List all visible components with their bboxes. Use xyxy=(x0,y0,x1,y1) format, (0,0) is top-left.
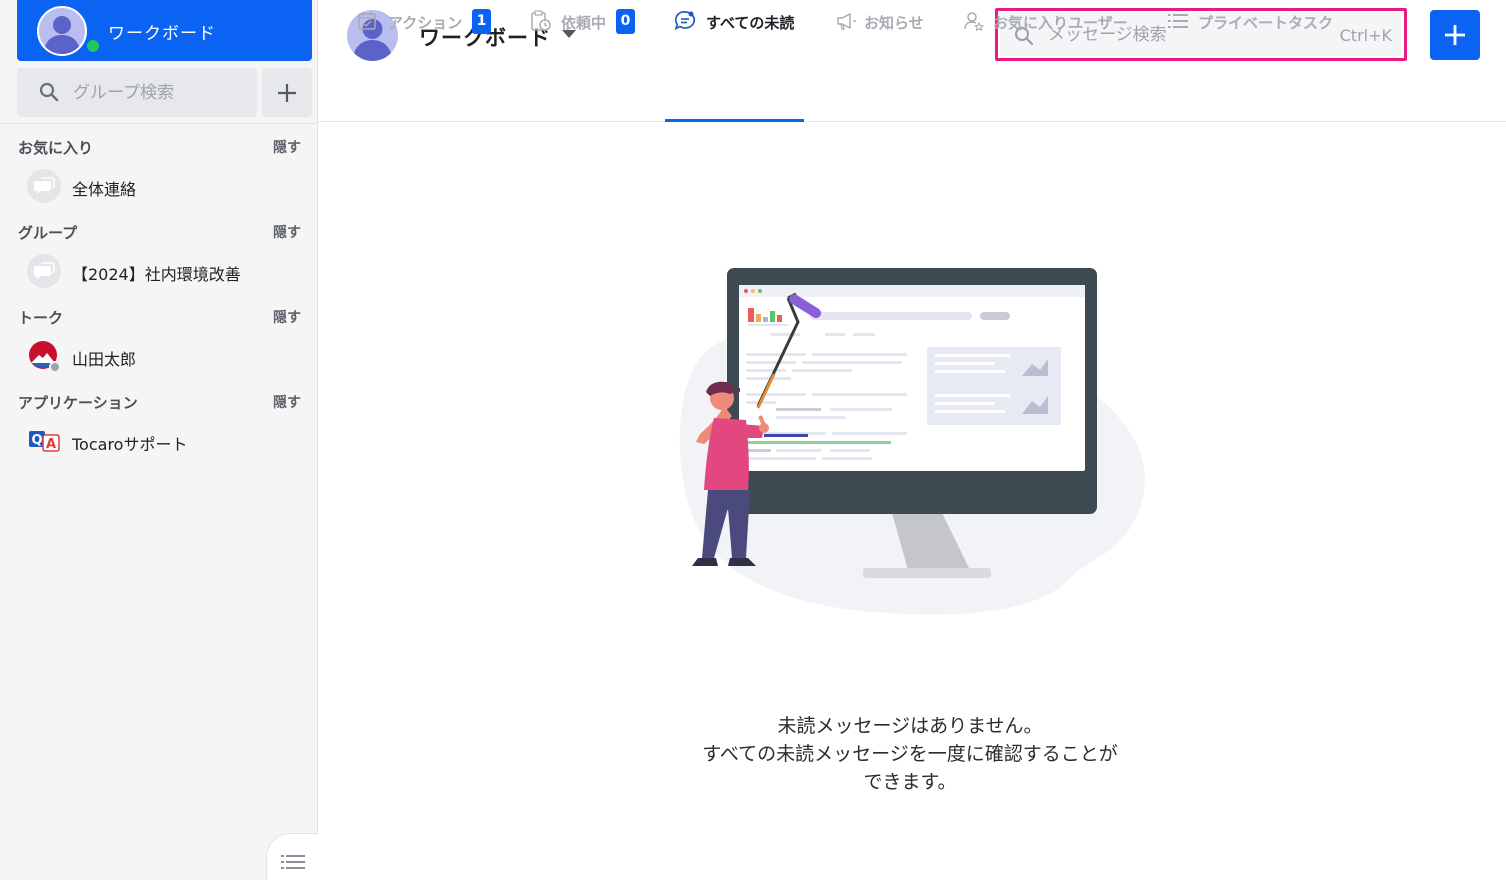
chat-unread-icon xyxy=(674,11,696,31)
svg-text:A: A xyxy=(46,437,56,452)
tab-label: お知らせ xyxy=(864,14,924,32)
empty-state-illustration xyxy=(679,268,1145,615)
workspace-avatar xyxy=(37,6,87,56)
list-menu-icon xyxy=(281,855,305,869)
tabs-border xyxy=(318,121,1506,122)
workspace-label: ワークボード xyxy=(108,24,216,44)
qa-app-icon: Q A xyxy=(29,431,60,452)
section-title: トーク xyxy=(18,309,64,327)
plus-icon xyxy=(1445,25,1465,45)
section-title: アプリケーション xyxy=(18,394,138,412)
hide-apps-button[interactable]: 隠す xyxy=(273,392,301,412)
section-apps-header: アプリケーション 隠す xyxy=(18,392,303,412)
tab-badge: 0 xyxy=(616,9,635,34)
sidebar: ワークボード お気に入り 隠す 全 xyxy=(0,0,318,880)
new-message-button[interactable] xyxy=(1430,10,1480,60)
hide-groups-button[interactable]: 隠す xyxy=(273,222,301,242)
tab-requesting[interactable]: 依頼中 0 xyxy=(530,0,640,50)
sidebar-item-label: 山田太郎 xyxy=(72,350,137,369)
sidebar-item-zentai-renraku[interactable]: 全体連絡 xyxy=(24,168,304,204)
section-title: グループ xyxy=(18,224,78,242)
group-search-input[interactable] xyxy=(73,77,248,108)
user-avatar-icon xyxy=(29,341,61,373)
tab-favorite-users[interactable]: お気に入りユーザー xyxy=(963,0,1133,50)
svg-text:Q: Q xyxy=(31,433,42,448)
empty-state-line: すべての未読メッセージを一度に確認することが xyxy=(702,743,1118,765)
group-search xyxy=(17,68,257,117)
tab-label: お気に入りユーザー xyxy=(993,14,1128,32)
tab-label: 依頼中 xyxy=(561,14,607,32)
section-title: お気に入り xyxy=(18,139,94,157)
active-tab-indicator xyxy=(665,119,804,122)
search-icon xyxy=(39,82,59,102)
hide-talk-button[interactable]: 隠す xyxy=(273,307,301,327)
plus-icon xyxy=(278,83,296,102)
section-favorites-header: お気に入り 隠す xyxy=(18,137,303,157)
search-shortcut-hint: Ctrl+K xyxy=(1339,26,1392,45)
section-talk-header: トーク 隠す xyxy=(18,307,303,327)
sidebar-divider xyxy=(0,123,318,124)
chat-bubble-icon xyxy=(27,169,61,203)
tab-label: すべての未読 xyxy=(706,14,795,32)
sidebar-item-yamada-taro[interactable]: 山田太郎 xyxy=(24,338,304,374)
add-group-button[interactable] xyxy=(262,68,312,117)
clipboard-clock-icon xyxy=(531,10,551,31)
empty-state-line: 未読メッセージはありません。 xyxy=(777,715,1043,737)
megaphone-icon xyxy=(837,13,856,30)
sidebar-collapse-button[interactable] xyxy=(266,833,318,880)
section-groups-header: グループ 隠す xyxy=(18,222,303,242)
user-star-icon xyxy=(964,12,984,32)
calendar-check-icon xyxy=(358,12,376,30)
sidebar-item-label: 【2024】社内環境改善 xyxy=(72,265,241,284)
tab-label: プライベートタスク xyxy=(1198,14,1334,32)
empty-state-line: できます。 xyxy=(863,771,957,793)
tab-private-tasks[interactable]: プライベートタスク xyxy=(1167,0,1337,50)
tab-badge: 1 xyxy=(472,9,491,34)
tab-label: アクション xyxy=(388,14,463,32)
list-icon xyxy=(1168,14,1188,28)
tab-action[interactable]: アクション 1 xyxy=(357,0,497,50)
workspace-button[interactable]: ワークボード xyxy=(17,0,312,61)
sidebar-item-group-2024[interactable]: 【2024】社内環境改善 xyxy=(24,253,304,289)
tab-all-unread[interactable]: すべての未読 xyxy=(674,0,804,50)
app-root: ワークボード お気に入り 隠す 全 xyxy=(0,0,1506,880)
chat-bubble-icon xyxy=(27,254,61,288)
sidebar-item-label: 全体連絡 xyxy=(72,180,137,199)
tab-announcements[interactable]: お知らせ xyxy=(835,0,935,50)
sidebar-item-tocaro-support[interactable]: Q A Tocaroサポート xyxy=(24,423,304,459)
empty-state-message: 未読メッセージはありません。 すべての未読メッセージを一度に確認することが でき… xyxy=(620,712,1200,796)
sidebar-item-label: Tocaroサポート xyxy=(72,435,188,454)
online-status-dot xyxy=(84,37,102,55)
hide-favorites-button[interactable]: 隠す xyxy=(273,137,301,157)
